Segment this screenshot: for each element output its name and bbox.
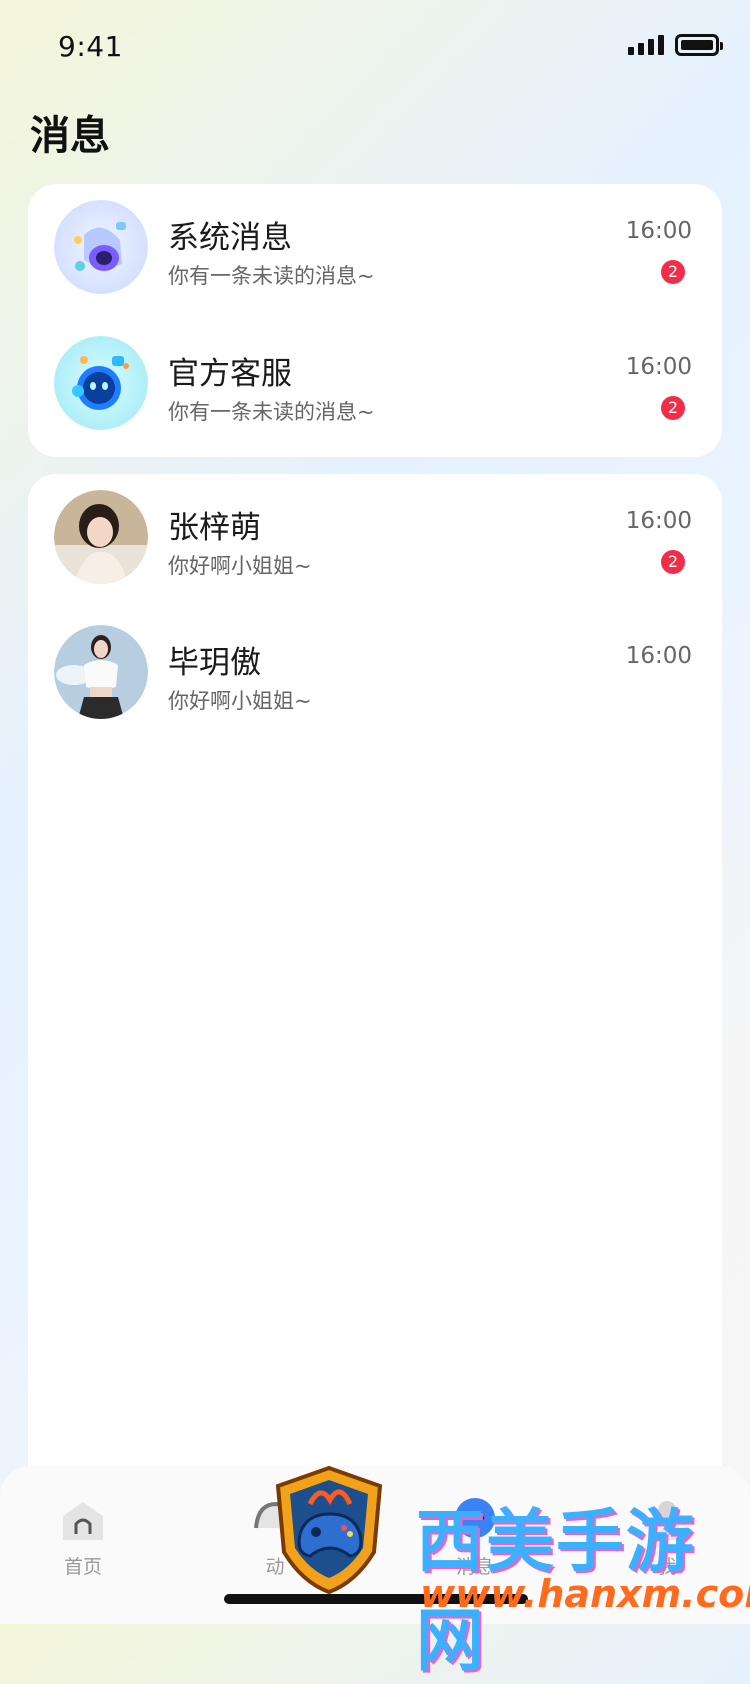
contact-name: 系统消息: [168, 220, 292, 256]
list-item-system-messages[interactable]: 系统消息 你有一条未读的消息~ 16:00 2: [28, 190, 722, 300]
message-time: 16:00: [625, 218, 692, 244]
official-messages-card: 系统消息 你有一条未读的消息~ 16:00 2 官方客服 你有一条未读的消息~ …: [28, 184, 722, 457]
message-time: 16:00: [625, 643, 692, 669]
page-title: 消息: [30, 113, 110, 159]
chat-list-card: 张梓萌 你好啊小姐姐~ 16:00 2 毕玥傲 你好啊小姐姐~ 16:00: [28, 474, 722, 1624]
unread-badge: 2: [661, 396, 685, 420]
tab-home[interactable]: 首页: [28, 1488, 138, 1578]
avatar: [54, 490, 148, 584]
contact-name: 张梓萌: [168, 510, 261, 546]
contact-name: 官方客服: [168, 356, 292, 392]
tab-label: 首页: [63, 1556, 102, 1578]
message-preview: 你好啊小姐姐~: [168, 554, 312, 578]
home-icon: [58, 1496, 108, 1546]
bell-icon: [54, 200, 148, 294]
watermark-url: www.hanxm.com: [420, 1572, 750, 1616]
gamepad-shield-icon: [270, 1464, 388, 1595]
list-item-chat[interactable]: 毕玥傲 你好啊小姐姐~ 16:00: [28, 615, 722, 725]
message-preview: 你有一条未读的消息~: [168, 400, 375, 424]
status-time: 9:41: [58, 30, 123, 63]
cellular-signal-icon: [628, 35, 664, 55]
unread-badge: 2: [661, 550, 685, 574]
message-time: 16:00: [625, 354, 692, 380]
list-item-customer-service[interactable]: 官方客服 你有一条未读的消息~ 16:00 2: [28, 326, 722, 436]
watermark: 西美手游网 www.hanxm.com: [270, 1465, 750, 1681]
message-preview: 你有一条未读的消息~: [168, 264, 375, 288]
list-item-chat[interactable]: 张梓萌 你好啊小姐姐~ 16:00 2: [28, 480, 722, 590]
battery-icon: [675, 34, 723, 56]
message-preview: 你好啊小姐姐~: [168, 689, 312, 713]
contact-name: 毕玥傲: [168, 645, 261, 681]
status-bar: 9:41: [0, 0, 750, 90]
robot-icon: [54, 336, 148, 430]
avatar: [54, 625, 148, 719]
unread-badge: 2: [661, 260, 685, 284]
message-time: 16:00: [625, 508, 692, 534]
